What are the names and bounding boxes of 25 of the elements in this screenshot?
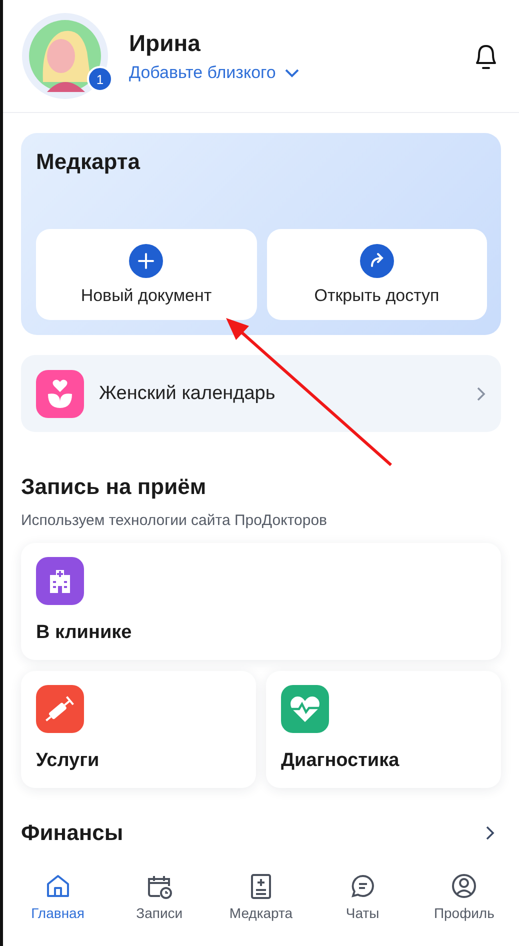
service-card[interactable]: В клинике — [21, 543, 501, 660]
section-title: Запись на приём — [21, 474, 208, 500]
service-card[interactable]: Услуги — [21, 671, 256, 788]
caret-icon — [284, 68, 300, 78]
service-card[interactable]: Диагностика — [266, 671, 501, 788]
action-button[interactable]: Новый документ — [36, 229, 256, 320]
add-relative-link[interactable]: Добавьте близкого — [129, 62, 300, 82]
chat-icon — [348, 872, 377, 900]
profile-icon — [450, 872, 478, 900]
chevron-icon — [476, 386, 486, 402]
nav-tab[interactable]: Медкарта — [210, 866, 312, 946]
section-subtitle: Используем технологии сайта ПроДокторов — [21, 512, 328, 529]
nav-tab[interactable]: Профиль — [413, 866, 515, 946]
nav-tab[interactable]: Записи — [108, 866, 210, 946]
card-title: Медкарта — [36, 149, 142, 175]
action-button[interactable]: Открыть доступ — [266, 229, 487, 320]
plus-icon — [129, 244, 164, 278]
nav-tab[interactable]: Чаты — [312, 866, 414, 946]
nav-tab[interactable]: Главная — [7, 866, 109, 946]
notification-badge: 1 — [87, 66, 113, 92]
section-title: Финансы — [21, 820, 124, 846]
calendar-row[interactable]: Женский календарь — [21, 355, 501, 432]
user-name: Ирина — [129, 30, 202, 56]
share-icon — [360, 244, 394, 278]
chevron-icon[interactable] — [485, 825, 495, 841]
